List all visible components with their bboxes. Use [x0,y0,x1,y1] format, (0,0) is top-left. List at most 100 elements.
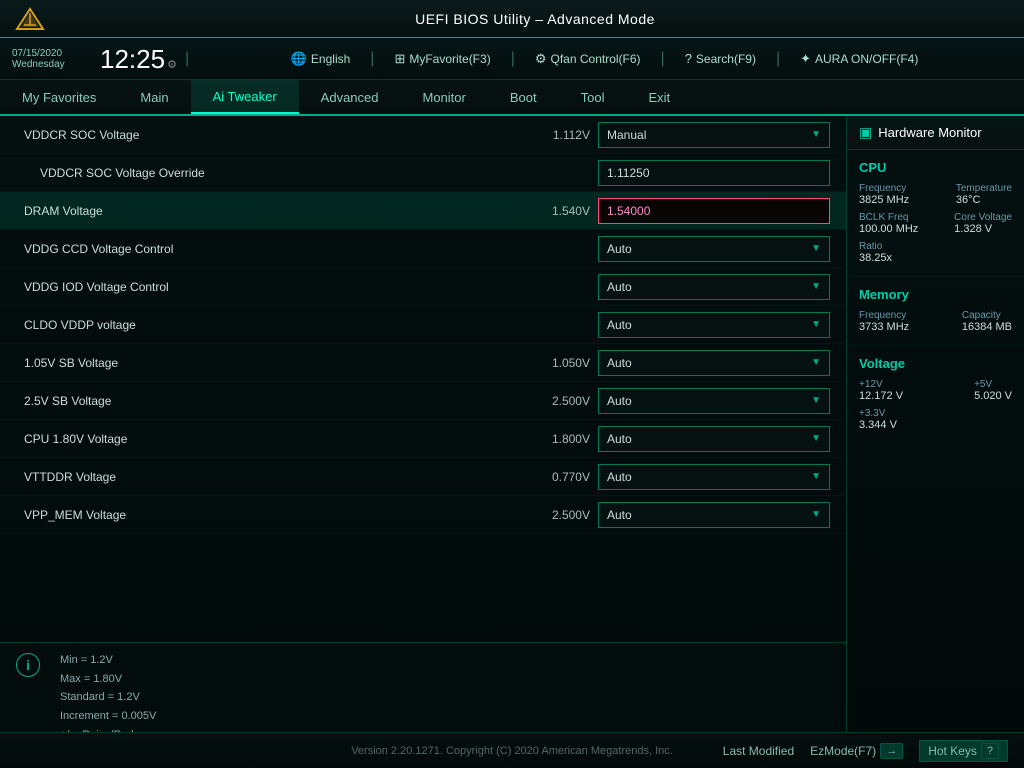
dropdown-2v5-sb[interactable]: Auto ▼ [598,388,830,414]
input-dram-voltage[interactable]: 1.54000 [598,198,830,224]
setting-control-vddg-iod: Auto ▼ [598,274,830,300]
qfan-control[interactable]: ⚙ Qfan Control(F6) [535,51,641,67]
setting-name-2v5-sb: 2.5V SB Voltage [16,394,520,408]
setting-control-1v05-sb: Auto ▼ [598,350,830,376]
hw-memory-section: Memory Frequency 3733 MHz Capacity 16384… [847,277,1024,346]
table-row: CPU 1.80V Voltage 1.800V Auto ▼ [0,420,846,458]
setting-name-vttddr: VTTDDR Voltage [16,470,520,484]
dropdown-vddcr-soc[interactable]: Manual ▼ [598,122,830,148]
search-label: Search(F9) [696,52,756,66]
table-row: VDDCR SOC Voltage 1.112V Manual ▼ [0,116,846,154]
setting-name-vddcr-override: VDDCR SOC Voltage Override [16,166,520,180]
setting-control-vddcr-soc: Manual ▼ [598,122,830,148]
nav-my-favorites[interactable]: My Favorites [0,80,118,114]
table-row: DRAM Voltage 1.540V 1.54000 [0,192,846,230]
nav-tool[interactable]: Tool [559,80,627,114]
day-display: Wednesday [12,59,92,70]
chevron-down-icon: ▼ [811,509,821,520]
setting-name-cpu-1v8: CPU 1.80V Voltage [16,432,520,446]
input-vddcr-override[interactable]: 1.11250 [598,160,830,186]
header: UEFI BIOS Utility – Advanced Mode [0,0,1024,38]
hw-row: Frequency 3825 MHz Temperature 36°C [859,183,1012,206]
fan-icon: ⚙ [535,51,547,67]
hw-label: +3.3V [859,408,897,419]
hw-row: Frequency 3733 MHz Capacity 16384 MB [859,310,1012,333]
hw-value: 1.328 V [954,223,1012,235]
hw-row: Ratio 38.25x [859,241,1012,264]
datetime-bar: 07/15/2020 Wednesday 12:25⚙ | 🌐 English … [0,38,1024,80]
nav-monitor[interactable]: Monitor [401,80,488,114]
hw-label: +12V [859,379,903,390]
dropdown-cpu-1v8[interactable]: Auto ▼ [598,426,830,452]
dropdown-1v05-sb[interactable]: Auto ▼ [598,350,830,376]
hw-value: 100.00 MHz [859,223,918,235]
header-controls: 🌐 English | ⊞ MyFavorite(F3) | ⚙ Qfan Co… [197,50,1012,68]
setting-control-vttddr: Auto ▼ [598,464,830,490]
hw-row: BCLK Freq 100.00 MHz Core Voltage 1.328 … [859,212,1012,235]
myfavorite-label: MyFavorite(F3) [409,52,490,66]
last-modified-label: Last Modified [723,744,794,758]
table-row: VTTDDR Voltage 0.770V Auto ▼ [0,458,846,496]
footer: Version 2.20.1271. Copyright (C) 2020 Am… [0,732,1024,768]
hot-keys-label: Hot Keys [928,744,977,758]
hw-label: +5V [974,379,1012,390]
hw-monitor-panel: ▣ Hardware Monitor CPU Frequency 3825 MH… [846,116,1024,732]
nav-boot[interactable]: Boot [488,80,559,114]
aura-label: AURA ON/OFF(F4) [815,52,918,66]
last-modified-button[interactable]: Last Modified [723,744,794,758]
hw-label: Ratio [859,241,892,252]
table-row: VDDG IOD Voltage Control Auto ▼ [0,268,846,306]
hot-keys-button[interactable]: Hot Keys ? [919,740,1008,762]
setting-control-cldo: Auto ▼ [598,312,830,338]
settings-list: VDDCR SOC Voltage 1.112V Manual ▼ VDDCR … [0,116,846,642]
settings-gear-icon[interactable]: ⚙ [167,59,177,71]
footer-right: Last Modified EzMode(F7) → Hot Keys ? [723,740,1008,762]
monitor-icon: ▣ [859,124,872,141]
dropdown-cldo[interactable]: Auto ▼ [598,312,830,338]
setting-name-vddg-iod: VDDG IOD Voltage Control [16,280,520,294]
qfan-label: Qfan Control(F6) [551,52,641,66]
setting-value-vddcr-soc: 1.112V [520,128,590,142]
hw-cpu-section: CPU Frequency 3825 MHz Temperature 36°C … [847,150,1024,277]
search-control[interactable]: ? Search(F9) [685,51,756,66]
setting-value-vttddr: 0.770V [520,470,590,484]
chevron-down-icon: ▼ [811,129,821,140]
hw-label: Frequency [859,310,909,321]
setting-control-vpp-mem: Auto ▼ [598,502,830,528]
nav-main[interactable]: Main [118,80,190,114]
aura-control[interactable]: ✦ AURA ON/OFF(F4) [800,51,918,67]
favorite-icon: ⊞ [394,51,405,67]
table-row: VDDCR SOC Voltage Override 1.11250 [0,154,846,192]
ez-mode-button[interactable]: EzMode(F7) → [810,743,903,759]
hw-voltage-title: Voltage [859,356,1012,371]
ez-mode-label: EzMode(F7) [810,744,876,758]
hw-value: 3825 MHz [859,194,909,206]
hw-value: 16384 MB [962,321,1012,333]
nav-exit[interactable]: Exit [626,80,692,114]
hw-monitor-header: ▣ Hardware Monitor [847,116,1024,150]
dropdown-vddg-ccd[interactable]: Auto ▼ [598,236,830,262]
info-text: Min = 1.2V Max = 1.80V Standard = 1.2V I… [60,651,156,724]
nav-ai-tweaker[interactable]: Ai Tweaker [191,80,299,114]
main-content: VDDCR SOC Voltage 1.112V Manual ▼ VDDCR … [0,116,1024,732]
myfavorite-control[interactable]: ⊞ MyFavorite(F3) [394,51,490,67]
setting-name-dram: DRAM Voltage [16,204,520,218]
hotkeys-question-icon: ? [981,743,999,759]
setting-control-vddcr-override: 1.11250 [598,160,830,186]
setting-control-vddg-ccd: Auto ▼ [598,236,830,262]
hw-voltage-section: Voltage +12V 12.172 V +5V 5.020 V +3.3V … [847,346,1024,443]
setting-control-dram: 1.54000 [598,198,830,224]
info-panel: i Min = 1.2V Max = 1.80V Standard = 1.2V… [0,642,846,732]
language-control[interactable]: 🌐 English [291,51,351,67]
hw-value: 38.25x [859,252,892,264]
header-title: UEFI BIOS Utility – Advanced Mode [58,11,1012,27]
dropdown-vpp-mem[interactable]: Auto ▼ [598,502,830,528]
time-display: 12:25⚙ [100,46,177,72]
setting-control-cpu-1v8: Auto ▼ [598,426,830,452]
arrow-right-icon: → [880,743,903,759]
nav-advanced[interactable]: Advanced [299,80,401,114]
dropdown-vddg-iod[interactable]: Auto ▼ [598,274,830,300]
dropdown-vttddr[interactable]: Auto ▼ [598,464,830,490]
table-row: VPP_MEM Voltage 2.500V Auto ▼ [0,496,846,534]
logo [12,4,48,34]
